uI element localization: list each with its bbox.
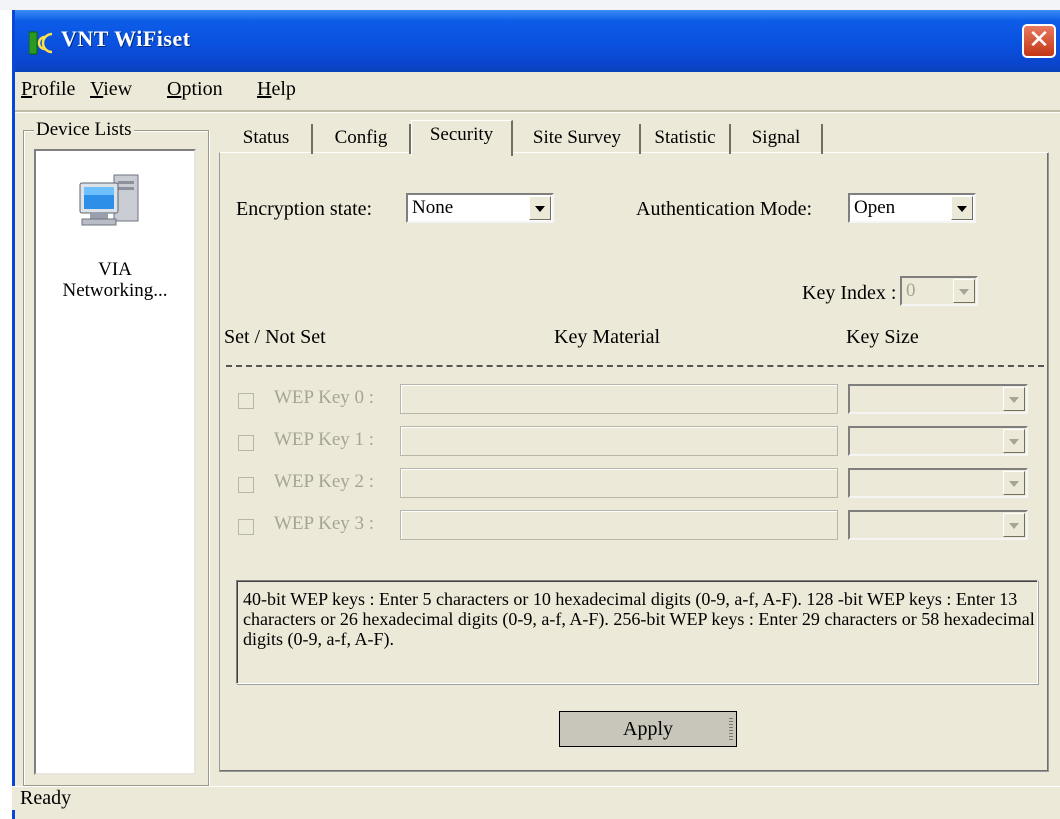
chevron-down-icon[interactable] (1003, 429, 1025, 453)
menu-option[interactable]: Option (167, 78, 223, 101)
chevron-down-icon[interactable] (1003, 471, 1025, 495)
wep-key-3-input[interactable] (400, 510, 838, 540)
wep-key-1-checkbox[interactable] (238, 435, 254, 451)
window-title: VNT WiFiset (61, 26, 191, 51)
status-text: Ready (20, 787, 72, 809)
chevron-down-icon[interactable] (951, 196, 973, 220)
wep-key-2-checkbox[interactable] (238, 477, 254, 493)
apply-button[interactable]: Apply (559, 711, 737, 747)
wep-key-info-box: 40-bit WEP keys : Enter 5 characters or … (236, 580, 1038, 684)
status-bar: Ready (12, 786, 1060, 810)
chevron-down-icon[interactable] (1003, 513, 1025, 537)
column-size-header: Key Size (846, 326, 919, 348)
menu-profile[interactable]: Profile (21, 78, 75, 101)
wep-key-0-input[interactable] (400, 384, 838, 414)
chevron-down-icon[interactable] (1003, 387, 1025, 411)
device-lists-legend: Device Lists (34, 119, 134, 141)
close-button[interactable]: ✕ (1022, 24, 1056, 58)
encryption-select[interactable]: None (406, 193, 554, 223)
tab-statistic[interactable]: Statistic (641, 124, 731, 154)
authentication-label: Authentication Mode: (636, 198, 813, 220)
title-bar[interactable]: VNT WiFiset ✕ (15, 10, 1060, 72)
device-list[interactable]: VIA Networking... (34, 149, 196, 775)
wep-key-1-input[interactable] (400, 426, 838, 456)
key-index-select[interactable]: 0 (900, 276, 978, 306)
menu-view[interactable]: View (90, 78, 132, 101)
app-window: VNT WiFiset ✕ Profile View Option Help D… (12, 10, 1060, 819)
tab-signal[interactable]: Signal (731, 124, 823, 154)
column-set-header: Set / Not Set (224, 326, 326, 348)
wep-key-info-text: 40-bit WEP keys : Enter 5 characters or … (243, 589, 1035, 649)
wep-key-0-checkbox[interactable] (238, 393, 254, 409)
wep-key-2-size-select[interactable] (848, 468, 1028, 498)
computer-icon (79, 174, 139, 226)
tab-status[interactable]: Status (221, 124, 313, 154)
close-icon: ✕ (1028, 25, 1050, 55)
wifi-app-icon (29, 31, 53, 55)
authentication-select[interactable]: Open (848, 193, 976, 223)
device-lists-group: Device Lists VIA Networking... (23, 119, 209, 786)
tab-security[interactable]: Security (411, 120, 513, 156)
column-material-header: Key Material (554, 326, 661, 348)
chevron-down-icon[interactable] (529, 196, 551, 220)
encryption-label: Encryption state: (236, 198, 373, 220)
wep-key-3-checkbox[interactable] (238, 519, 254, 535)
menu-divider (15, 110, 1060, 113)
tab-config[interactable]: Config (313, 124, 411, 154)
wep-key-1-size-select[interactable] (848, 426, 1028, 456)
wep-key-0-size-select[interactable] (848, 384, 1028, 414)
wep-key-2-input[interactable] (400, 468, 838, 498)
tab-site-survey[interactable]: Site Survey (515, 124, 641, 154)
menu-help[interactable]: Help (257, 78, 296, 101)
desktop-strip (0, 0, 1060, 10)
key-index-label: Key Index : (802, 282, 897, 304)
chevron-down-icon[interactable] (953, 279, 975, 303)
grip-icon (729, 718, 733, 740)
device-name: VIA Networking... (62, 259, 168, 301)
menu-bar: Profile View Option Help (15, 72, 1060, 110)
wep-key-3-size-select[interactable] (848, 510, 1028, 540)
header-divider (226, 365, 1044, 367)
